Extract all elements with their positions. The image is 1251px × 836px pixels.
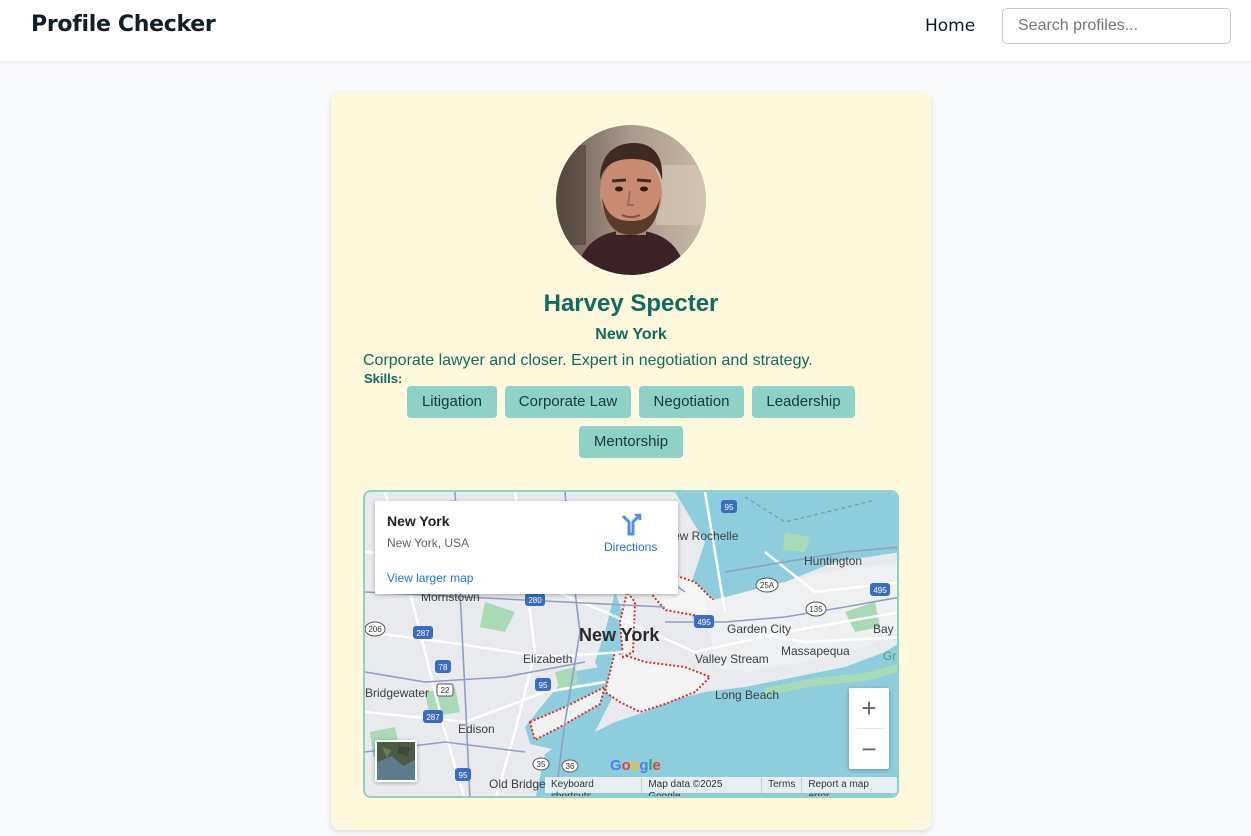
satellite-toggle-button[interactable] xyxy=(375,740,417,782)
zoom-out-button[interactable]: − xyxy=(849,729,889,769)
shield-label: 25A xyxy=(760,581,775,590)
skill-chip: Mentorship xyxy=(579,426,683,458)
route-shield-icon: 35 xyxy=(532,757,550,771)
route-shield-icon: 36 xyxy=(561,759,579,773)
interstate-shield-icon: 287 xyxy=(423,710,443,723)
profile-name: Harvey Specter xyxy=(543,290,719,317)
interstate-shield-icon: 78 xyxy=(435,660,451,673)
search-input[interactable] xyxy=(1002,8,1231,44)
shield-label: 495 xyxy=(697,618,711,627)
interstate-shield-icon: 287 xyxy=(413,626,433,639)
map-footer: Keyboard shortcuts Map data ©2025 Google… xyxy=(545,777,897,796)
brand-title[interactable]: Profile Checker xyxy=(31,12,216,37)
directions-icon[interactable] xyxy=(619,513,643,537)
zoom-in-button[interactable]: + xyxy=(849,688,889,728)
info-place-title: New York xyxy=(387,513,450,529)
navbar: Profile Checker Home xyxy=(0,0,1251,62)
interstate-shield-icon: 95 xyxy=(535,678,551,691)
shield-label: 22 xyxy=(441,686,450,695)
shield-label: 135 xyxy=(809,605,823,614)
shield-label: 78 xyxy=(439,663,448,672)
interstate-shield-icon: 95 xyxy=(455,768,471,781)
google-logo: Google xyxy=(610,757,661,774)
view-larger-map-link[interactable]: View larger map xyxy=(387,571,473,585)
profile-location: New York xyxy=(595,326,667,343)
route-shield-icon: 206 xyxy=(365,621,386,637)
route-shield-icon: 25A xyxy=(755,577,779,593)
shield-label: 280 xyxy=(528,596,542,605)
shield-label: 206 xyxy=(368,625,382,634)
profile-avatar xyxy=(556,125,706,275)
interstate-shield-icon: 95 xyxy=(721,500,737,513)
route-shield-icon: 135 xyxy=(805,601,827,617)
shield-label: 287 xyxy=(426,713,440,722)
interstate-shield-icon: 495 xyxy=(694,615,714,628)
shield-label: 36 xyxy=(566,762,575,771)
satellite-thumbnail-icon xyxy=(377,742,415,780)
profile-bio: Corporate lawyer and closer. Expert in n… xyxy=(363,352,813,369)
map-embed[interactable]: New York ew Rochelle Huntington Morristo… xyxy=(363,490,899,798)
directions-link[interactable]: Directions xyxy=(604,540,657,554)
skill-chip: Corporate Law xyxy=(505,386,631,418)
route-shield-icon: 22 xyxy=(436,683,454,697)
interstate-shield-icon: 495 xyxy=(870,583,890,596)
shield-label: 95 xyxy=(539,681,548,690)
zoom-controls: + − xyxy=(849,688,889,769)
shield-label: 95 xyxy=(725,503,734,512)
profile-card: Harvey Specter New York Corporate lawyer… xyxy=(331,93,931,830)
info-place-address: New York, USA xyxy=(387,536,470,550)
avatar-photo xyxy=(556,125,706,275)
skill-chip: Litigation xyxy=(407,386,497,418)
keyboard-shortcuts-link[interactable]: Keyboard shortcuts xyxy=(545,777,641,796)
shield-label: 495 xyxy=(873,586,887,595)
shield-label: 95 xyxy=(459,771,468,780)
shield-label: 35 xyxy=(537,760,546,769)
terms-link[interactable]: Terms xyxy=(761,777,801,793)
shield-label: 287 xyxy=(416,629,430,638)
report-map-error-link[interactable]: Report a map error xyxy=(801,777,897,796)
map-info-card: New York New York, USA View larger map D… xyxy=(375,501,678,594)
skills-label: Skills: xyxy=(364,371,403,386)
map-data-attribution: Map data ©2025 Google xyxy=(641,777,761,796)
interstate-shield-icon: 280 xyxy=(525,593,545,606)
skill-chip: Negotiation xyxy=(639,386,744,418)
skill-chip: Leadership xyxy=(752,386,855,418)
nav-home-link[interactable]: Home xyxy=(925,16,975,36)
